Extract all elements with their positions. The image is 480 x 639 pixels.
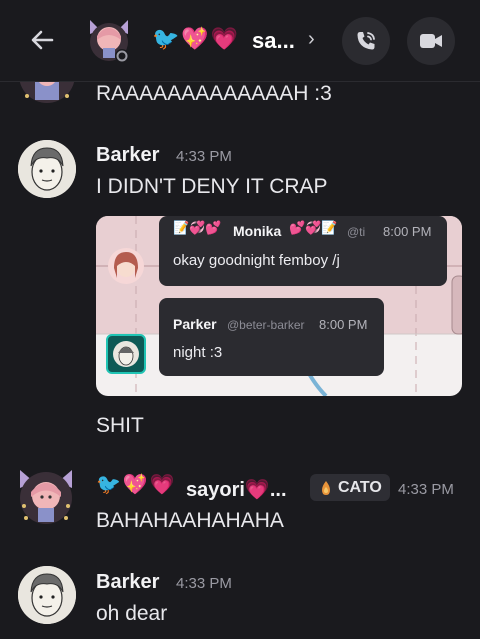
quoted-text: okay goodnight femboy /j	[173, 252, 340, 269]
timestamp: 4:33 PM	[398, 481, 454, 498]
heart-icon: 💗	[210, 26, 239, 51]
timestamp: 4:33 PM	[176, 148, 232, 165]
parker-avatar	[106, 334, 146, 374]
quoted-message-parker: Parker @beter-barker 8:00 PM night :3	[159, 298, 384, 376]
quoted-time: 8:00 PM	[319, 317, 368, 332]
quoted-handle: @ti	[347, 225, 366, 239]
avatar-partial[interactable]	[18, 82, 76, 104]
clan-tag-badge[interactable]: CATO	[310, 474, 390, 501]
back-button[interactable]	[26, 24, 58, 56]
author-name[interactable]: Barker	[96, 571, 159, 594]
timestamp: 4:33 PM	[176, 575, 232, 592]
quoted-time: 8:00 PM	[383, 224, 432, 239]
channel-title[interactable]: sa...	[252, 28, 295, 54]
avatar-barker[interactable]	[18, 566, 76, 624]
avatar-sayori[interactable]	[14, 466, 78, 528]
chevron-right-icon[interactable]: ›	[308, 28, 315, 51]
author-name[interactable]: Barker	[96, 144, 159, 167]
monika-emojis: 📝💞💕	[173, 220, 222, 235]
video-camera-icon	[420, 34, 442, 48]
message-text: SHIT	[96, 414, 144, 437]
quoted-author: Parker	[173, 316, 217, 332]
bird-icon: 🐦	[96, 474, 121, 496]
image-attachment[interactable]: 📝💞💕 Monika 💕💞📝 @ti 8:00 PM okay goodnigh…	[96, 216, 462, 396]
phone-icon	[357, 32, 375, 50]
quoted-message-monika: 📝💞💕 Monika 💕💞📝 @ti 8:00 PM okay goodnigh…	[159, 216, 447, 286]
chat-header: 🐦 💖 💗 sa... ›	[0, 0, 480, 82]
video-call-button[interactable]	[407, 17, 455, 65]
arrow-left-icon	[31, 30, 54, 50]
sayori-emoji-row: 🐦 💖 💗	[96, 472, 175, 497]
monika-name-emojis: 💕💞📝	[289, 220, 338, 235]
author-name[interactable]: sayori💗...	[186, 477, 287, 502]
channel-avatar[interactable]	[84, 16, 134, 66]
sparkle-heart-icon: 💖	[181, 26, 209, 51]
message-text: BAHAHAAHAHAHA	[96, 509, 284, 532]
message-text: oh dear	[96, 602, 168, 625]
monika-avatar	[108, 248, 144, 284]
bird-icon: 🐦	[152, 26, 180, 51]
channel-emoji-row: 🐦 💖 💗	[152, 26, 238, 52]
quoted-text: night :3	[173, 344, 223, 361]
voice-call-button[interactable]	[342, 17, 390, 65]
badge-label: CATO	[338, 478, 382, 496]
heart-icon: 💗	[149, 474, 175, 496]
flame-icon	[322, 480, 330, 495]
quoted-handle: @beter-barker	[227, 318, 305, 332]
avatar-barker[interactable]	[18, 140, 76, 198]
quoted-author: Monika	[233, 223, 282, 239]
message-text: I DIDN'T DENY IT CRAP	[96, 175, 328, 198]
message-text: RAAAAAAAAAAAAAH :3	[96, 82, 332, 105]
sparkle-heart-icon: 💖	[122, 474, 148, 496]
